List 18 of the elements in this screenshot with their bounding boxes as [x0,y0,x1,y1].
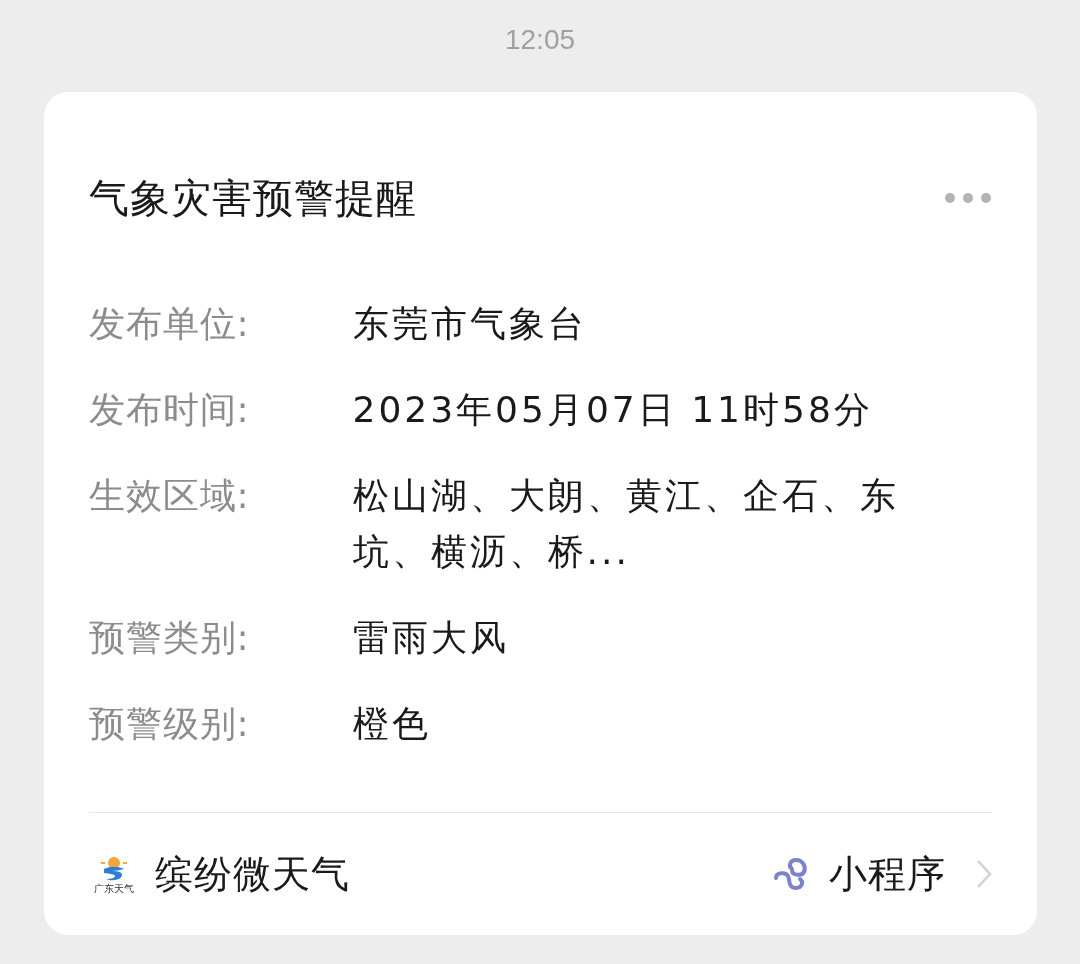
field-value: 松山湖、大朗、黄江、企石、东坑、横沥、桥... [352,474,900,574]
app-name: 缤纷微天气 [154,850,351,898]
mini-program-label: 小程序 [828,850,946,898]
field-label: 预警类别: [88,616,251,660]
message-card[interactable]: 气象灾害预警提醒 发布单位: 东莞市气象台 发布时间: 2023年05月07日 11时58分 生效区域: 松山湖、大朗、黄江、企石、东坑、横沥、桥... 预警类别: 雷雨大风 预警级别: 橙色 广东天气 缤纷微天气 小程序 [43,92,1037,935]
field-value: 东莞市气象台 [352,302,588,346]
card-title: 气象灾害预警提醒 [88,174,417,223]
field-value: 橙色 [352,702,432,746]
chevron-icon [975,859,992,889]
field-label: 发布时间: [88,388,251,432]
field-label: 生效区域: [88,474,251,518]
more-icon[interactable] [943,192,992,204]
field-value: 雷雨大风 [352,616,510,660]
message-time: 12:05 [504,23,576,57]
app-logo: 广东天气 [92,854,135,894]
field-label: 发布单位: [88,302,251,346]
field-value: 2023年05月07日 11时58分 [352,388,874,432]
field-label: 预警级别: [88,702,251,746]
